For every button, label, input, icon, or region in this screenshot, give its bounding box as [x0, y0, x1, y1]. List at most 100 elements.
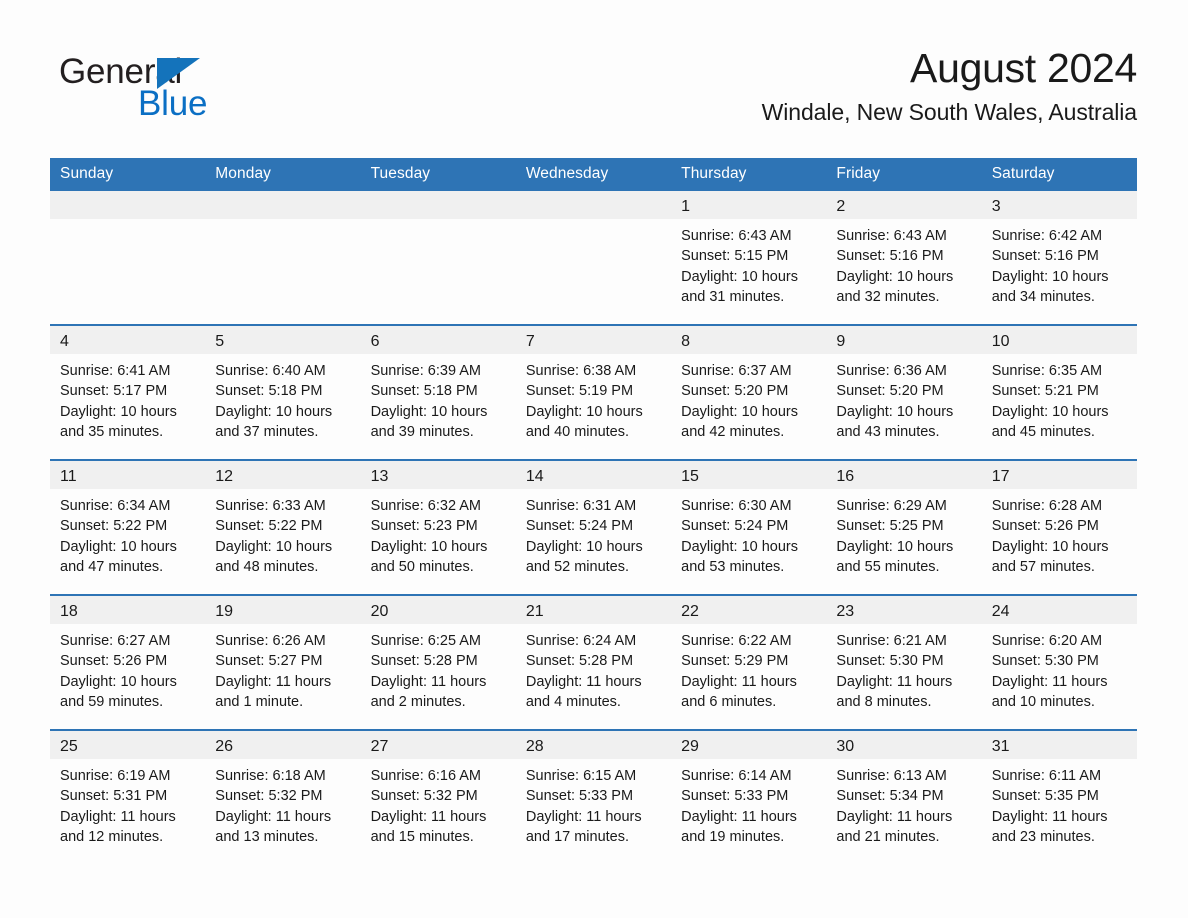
sunset-line: Sunset: 5:28 PM — [525, 653, 634, 670]
sunrise-line: Sunrise: 6:32 AM — [370, 498, 481, 514]
calendar-day-cell[interactable]: 12 Sunrise: 6:33 AM Sunset: 5:22 PM Dayligh… — [205, 459, 361, 595]
daylight-line: Daylight: 11 hours — [836, 808, 953, 825]
day-cell-inner: 5 Sunrise: 6:40 AM Sunset: 5:18 PM Daylight… — [205, 326, 361, 459]
calendar-day-cell[interactable]: 11 Sunrise: 6:34 AM Sunset: 5:22 PM Dayligh… — [50, 459, 206, 595]
calendar-day-cell[interactable]: 23 Sunrise: 6:21 AM Sunset: 5:30 PM Dayligh… — [826, 594, 982, 730]
calendar-day-cell[interactable]: 15 Sunrise: 6:30 AM Sunset: 5:24 PM Dayligh… — [671, 459, 827, 595]
sunrise-line: Sunrise: 6:39 AM — [370, 363, 481, 379]
sunrise-line: Sunrise: 6:28 AM — [991, 498, 1103, 514]
sunrise-line: Sunrise: 6:43 AM — [836, 228, 947, 244]
daylight-line: Daylight: 10 hours — [215, 403, 333, 420]
calendar-day-cell[interactable]: 24 Sunrise: 6:20 AM Sunset: 5:30 PM Dayligh… — [981, 594, 1137, 730]
calendar-day-cell[interactable]: 20 Sunrise: 6:25 AM Sunset: 5:28 PM Dayligh… — [360, 594, 516, 730]
calendar-day-cell[interactable]: 1 Sunrise: 6:43 AM Sunset: 5:15 PM Daylight… — [671, 191, 827, 325]
day-details: Sunrise: 6:30 AM Sunset: 5:24 PM Daylight:… — [671, 489, 826, 577]
sunset-line: Sunset: 5:16 PM — [991, 248, 1099, 265]
day-cell-inner: 1 Sunrise: 6:43 AM Sunset: 5:15 PM Daylight… — [671, 191, 827, 324]
sunset-line: Sunset: 5:16 PM — [836, 248, 944, 265]
calendar-day-cell[interactable]: 14 Sunrise: 6:31 AM Sunset: 5:24 PM Dayligh… — [515, 459, 672, 595]
sunrise-line: Sunrise: 6:34 AM — [60, 498, 171, 514]
day-details: Sunrise: 6:25 AM Sunset: 5:28 PM Daylight:… — [361, 624, 516, 712]
calendar-day-cell[interactable]: 22 Sunrise: 6:22 AM Sunset: 5:29 PM Dayligh… — [671, 594, 827, 730]
sunrise-line: Sunrise: 6:19 AM — [60, 768, 171, 784]
calendar-day-cell[interactable]: 2 Sunrise: 6:43 AM Sunset: 5:16 PM Daylight… — [826, 191, 982, 325]
daylight-line: Daylight: 10 hours — [681, 403, 798, 420]
day-details: Sunrise: 6:15 AM Sunset: 5:33 PM Daylight:… — [516, 759, 671, 847]
day-details: Sunrise: 6:38 AM Sunset: 5:19 PM Daylight:… — [516, 354, 671, 442]
calendar-day-cell[interactable]: 13 Sunrise: 6:32 AM Sunset: 5:23 PM Dayligh… — [360, 459, 516, 595]
calendar-day-cell[interactable]: 16 Sunrise: 6:29 AM Sunset: 5:25 PM Dayligh… — [826, 459, 982, 595]
day-cell-inner: 14 Sunrise: 6:31 AM Sunset: 5:24 PM Dayligh… — [515, 461, 672, 594]
sunset-line: Sunset: 5:20 PM — [681, 383, 789, 400]
sunset-line: Sunset: 5:15 PM — [681, 248, 789, 265]
sunset-line: Sunset: 5:22 PM — [215, 518, 323, 535]
calendar-day-cell[interactable]: 30 Sunrise: 6:13 AM Sunset: 5:34 PM Dayligh… — [826, 729, 982, 864]
calendar-day-cell[interactable]: 7 Sunrise: 6:38 AM Sunset: 5:19 PM Daylight… — [515, 324, 672, 460]
calendar-day-cell[interactable]: 27 Sunrise: 6:16 AM Sunset: 5:32 PM Dayligh… — [360, 729, 516, 864]
day-number: 5 — [205, 326, 361, 354]
calendar-day-cell[interactable]: 4 Sunrise: 6:41 AM Sunset: 5:17 PM Daylight… — [50, 324, 206, 460]
calendar-day-cell[interactable]: 25 Sunrise: 6:19 AM Sunset: 5:31 PM Dayligh… — [50, 729, 206, 864]
daylight-line-cont: and 23 minutes. — [991, 828, 1095, 845]
day-details: Sunrise: 6:19 AM Sunset: 5:31 PM Daylight:… — [50, 759, 205, 847]
calendar-day-cell[interactable]: 28 Sunrise: 6:15 AM Sunset: 5:33 PM Dayligh… — [515, 729, 672, 864]
sunrise-line: Sunrise: 6:13 AM — [836, 768, 947, 784]
sunset-line: Sunset: 5:34 PM — [836, 788, 944, 805]
day-number: 26 — [205, 731, 361, 759]
daylight-line: Daylight: 10 hours — [836, 268, 954, 285]
calendar-day-cell[interactable]: 17 Sunrise: 6:28 AM Sunset: 5:26 PM Dayligh… — [981, 459, 1137, 595]
calendar-page: General Blue August 2024 Windale, New So… — [0, 0, 1188, 918]
calendar-day-cell[interactable]: 26 Sunrise: 6:18 AM Sunset: 5:32 PM Dayligh… — [205, 729, 361, 864]
calendar-day-cell[interactable]: 8 Sunrise: 6:37 AM Sunset: 5:20 PM Daylight… — [671, 324, 827, 460]
daylight-line-cont: and 59 minutes. — [60, 693, 164, 710]
sunrise-line: Sunrise: 6:14 AM — [681, 768, 792, 784]
general-blue-logo[interactable]: General Blue — [59, 54, 319, 134]
sunset-line: Sunset: 5:23 PM — [370, 518, 478, 535]
calendar-day-cell[interactable]: 3 Sunrise: 6:42 AM Sunset: 5:16 PM Daylight… — [981, 191, 1137, 325]
day-cell-inner: 20 Sunrise: 6:25 AM Sunset: 5:28 PM Dayligh… — [360, 596, 516, 729]
daylight-line-cont: and 34 minutes. — [991, 288, 1095, 305]
calendar-day-cell[interactable]: 29 Sunrise: 6:14 AM Sunset: 5:33 PM Dayligh… — [671, 729, 827, 864]
calendar-day-cell[interactable]: 5 Sunrise: 6:40 AM Sunset: 5:18 PM Daylight… — [205, 324, 361, 460]
day-number: 25 — [50, 731, 206, 759]
daylight-line: Daylight: 11 hours — [215, 808, 332, 825]
day-number: 20 — [360, 596, 516, 624]
sunrise-line: Sunrise: 6:26 AM — [215, 633, 326, 649]
daylight-line: Daylight: 10 hours — [836, 538, 954, 555]
day-details: Sunrise: 6:43 AM Sunset: 5:15 PM Daylight:… — [671, 219, 826, 307]
calendar-day-cell[interactable]: 10 Sunrise: 6:35 AM Sunset: 5:21 PM Dayligh… — [981, 324, 1137, 460]
day-number: 9 — [826, 326, 982, 354]
day-number: 22 — [671, 596, 827, 624]
day-details: Sunrise: 6:16 AM Sunset: 5:32 PM Daylight:… — [361, 759, 516, 847]
sunrise-line: Sunrise: 6:37 AM — [681, 363, 792, 379]
calendar-day-cell[interactable]: 21 Sunrise: 6:24 AM Sunset: 5:28 PM Dayligh… — [515, 594, 672, 730]
daylight-line-cont: and 19 minutes. — [681, 828, 785, 845]
day-cell-inner: 19 Sunrise: 6:26 AM Sunset: 5:27 PM Dayligh… — [205, 596, 361, 729]
day-number: 23 — [826, 596, 982, 624]
calendar-week-row: 11 Sunrise: 6:34 AM Sunset: 5:22 PM Dayligh… — [50, 459, 1137, 595]
sunrise-line: Sunrise: 6:25 AM — [370, 633, 481, 649]
daylight-line-cont: and 32 minutes. — [836, 288, 940, 305]
calendar-day-cell[interactable]: 31 Sunrise: 6:11 AM Sunset: 5:35 PM Dayligh… — [981, 729, 1137, 864]
daylight-line-cont: and 57 minutes. — [991, 558, 1095, 575]
sunset-line: Sunset: 5:33 PM — [525, 788, 634, 805]
calendar-day-cell[interactable]: 9 Sunrise: 6:36 AM Sunset: 5:20 PM Daylight… — [826, 324, 982, 460]
sunset-line: Sunset: 5:18 PM — [370, 383, 478, 400]
daylight-line-cont: and 21 minutes. — [836, 828, 940, 845]
sunrise-line: Sunrise: 6:29 AM — [836, 498, 947, 514]
day-cell-inner: 31 Sunrise: 6:11 AM Sunset: 5:35 PM Dayligh… — [981, 731, 1137, 864]
daylight-line-cont: and 47 minutes. — [60, 558, 164, 575]
day-number — [50, 191, 206, 219]
daylight-line-cont: and 6 minutes. — [681, 693, 777, 710]
calendar-day-cell[interactable]: 18 Sunrise: 6:27 AM Sunset: 5:26 PM Dayligh… — [50, 594, 206, 730]
day-cell-inner: 4 Sunrise: 6:41 AM Sunset: 5:17 PM Daylight… — [50, 326, 206, 459]
page-title: August 2024 — [910, 45, 1137, 91]
day-number: 1 — [671, 191, 827, 219]
calendar-day-cell[interactable]: 6 Sunrise: 6:39 AM Sunset: 5:18 PM Daylight… — [360, 324, 516, 460]
day-details: Sunrise: 6:18 AM Sunset: 5:32 PM Daylight:… — [205, 759, 360, 847]
calendar-day-cell[interactable]: 19 Sunrise: 6:26 AM Sunset: 5:27 PM Dayligh… — [205, 594, 361, 730]
sunset-line: Sunset: 5:26 PM — [991, 518, 1099, 535]
day-details: Sunrise: 6:34 AM Sunset: 5:22 PM Daylight:… — [50, 489, 205, 577]
daylight-line: Daylight: 11 hours — [525, 808, 642, 825]
calendar-week-row: 4 Sunrise: 6:41 AM Sunset: 5:17 PM Daylight… — [50, 324, 1137, 460]
